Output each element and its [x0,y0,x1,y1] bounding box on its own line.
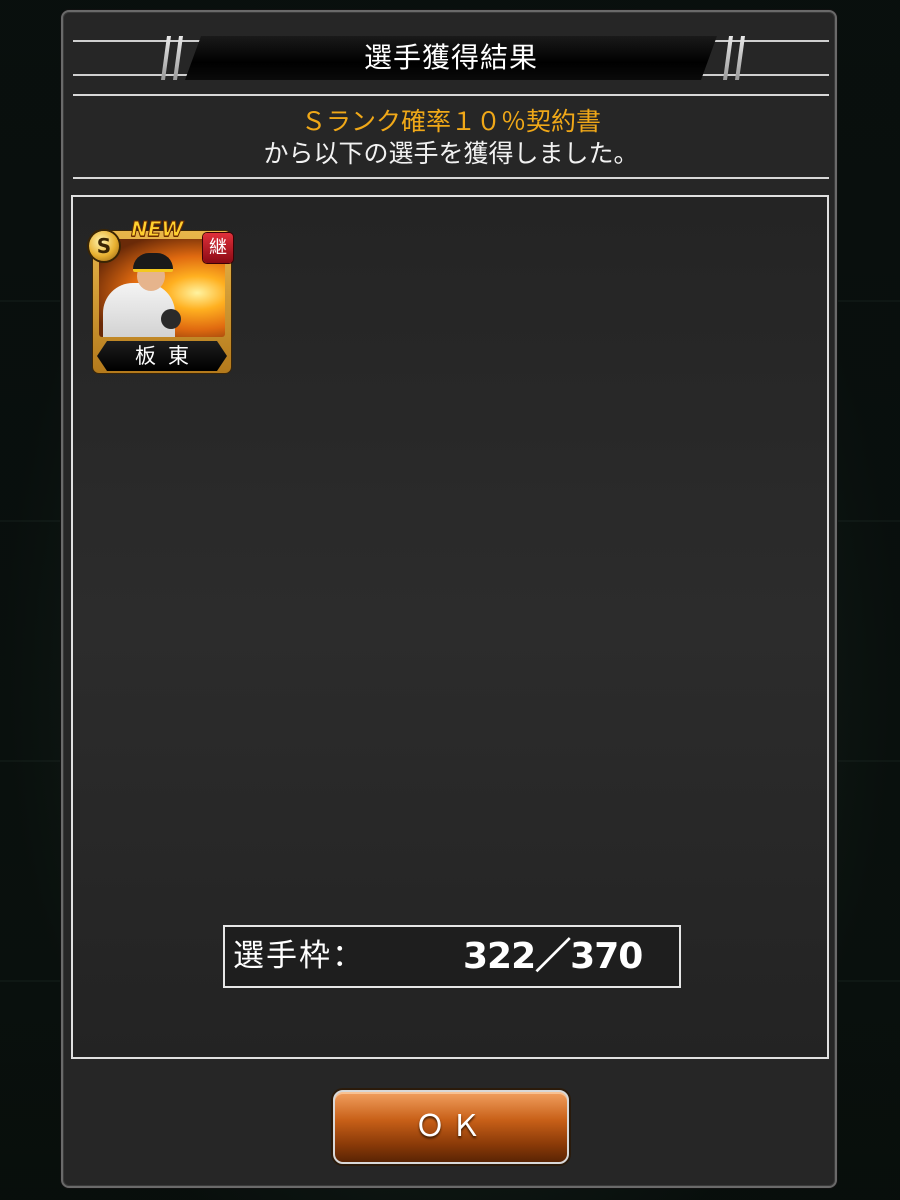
ok-button-label: ＯＫ [415,1109,487,1144]
dialog-title-bar: 選手獲得結果 [73,36,829,80]
new-badge-icon: NEW [130,217,184,242]
succession-badge-icon: 継 [203,233,233,263]
message-divider [73,177,829,179]
player-card[interactable]: 板東 NEW S 継 [89,217,233,375]
slot-counter-label: 選手枠： [233,938,365,974]
player-name: 板東 [135,344,201,368]
acquired-players-panel: 板東 NEW S 継 選手枠： 322／370 [71,195,829,1059]
contract-name: Ｓランク確率１０％契約書 [300,107,601,136]
player-acquisition-dialog: 選手獲得結果 Ｓランク確率１０％契約書 から以下の選手を獲得しました。 板東 N… [61,10,837,1188]
player-glove [161,309,181,329]
header-divider [73,94,829,96]
dialog-title: 選手獲得結果 [363,41,538,74]
player-slot-counter: 選手枠： 322／370 [223,925,681,988]
slot-counter-value: 322／370 [463,936,643,977]
player-cap [133,253,173,272]
rank-s-coin-icon: S [89,231,119,261]
acquisition-message: から以下の選手を獲得しました。 [263,139,639,168]
ok-button[interactable]: ＯＫ [333,1090,569,1164]
